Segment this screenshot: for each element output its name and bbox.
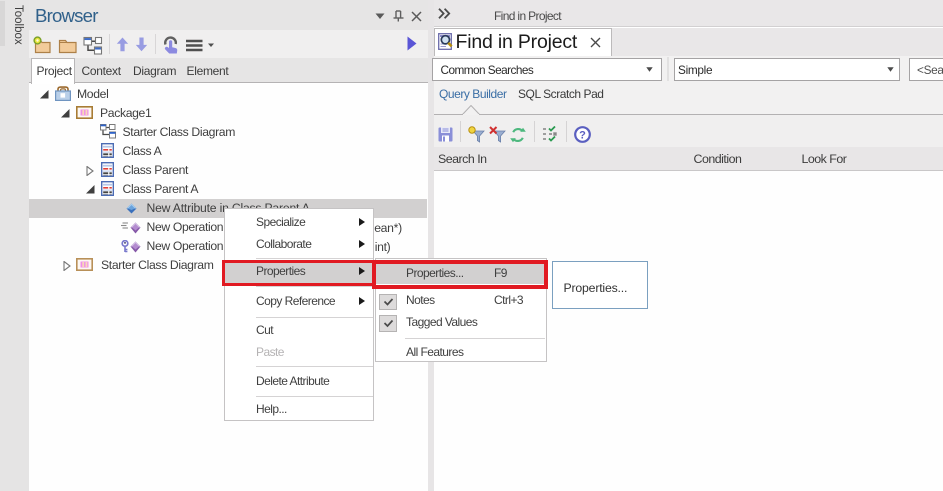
svg-text:?: ?	[579, 130, 586, 142]
